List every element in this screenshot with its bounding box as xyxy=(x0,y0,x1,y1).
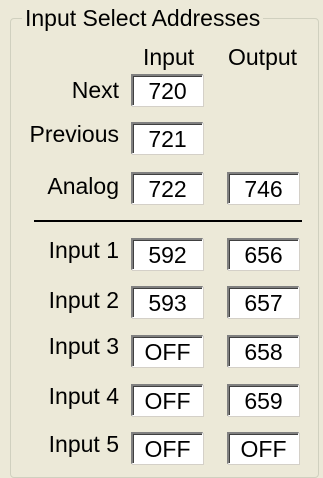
input-3-input-field[interactable]: OFF xyxy=(131,335,203,367)
row-label-input-5: Input 5 xyxy=(48,431,119,457)
input-1-input-field[interactable]: 592 xyxy=(131,238,203,270)
row-label-next: Next xyxy=(71,77,119,103)
row-label-input-2: Input 2 xyxy=(48,287,119,313)
group-title: Input Select Addresses xyxy=(22,5,264,31)
next-input-field[interactable]: 720 xyxy=(131,74,203,106)
row-label-input-3: Input 3 xyxy=(48,333,119,359)
input-5-output-field[interactable]: OFF xyxy=(227,432,299,464)
row-label-input-4: Input 4 xyxy=(48,383,119,409)
input-4-input-field[interactable]: OFF xyxy=(131,384,203,416)
row-label-analog: Analog xyxy=(47,173,119,199)
input-5-input-field[interactable]: OFF xyxy=(131,432,203,464)
section-divider xyxy=(34,220,302,222)
output-column-header: Output xyxy=(228,44,298,70)
analog-output-field[interactable]: 746 xyxy=(227,172,299,204)
input-2-output-field[interactable]: 657 xyxy=(227,286,299,318)
input-3-output-field[interactable]: 658 xyxy=(227,335,299,367)
previous-input-field[interactable]: 721 xyxy=(131,122,203,154)
analog-input-field[interactable]: 722 xyxy=(131,172,203,204)
input-4-output-field[interactable]: 659 xyxy=(227,384,299,416)
row-label-previous: Previous xyxy=(29,121,119,147)
input-column-header: Input xyxy=(143,44,195,70)
row-label-input-1: Input 1 xyxy=(48,237,119,263)
input-1-output-field[interactable]: 656 xyxy=(227,238,299,270)
input-2-input-field[interactable]: 593 xyxy=(131,286,203,318)
